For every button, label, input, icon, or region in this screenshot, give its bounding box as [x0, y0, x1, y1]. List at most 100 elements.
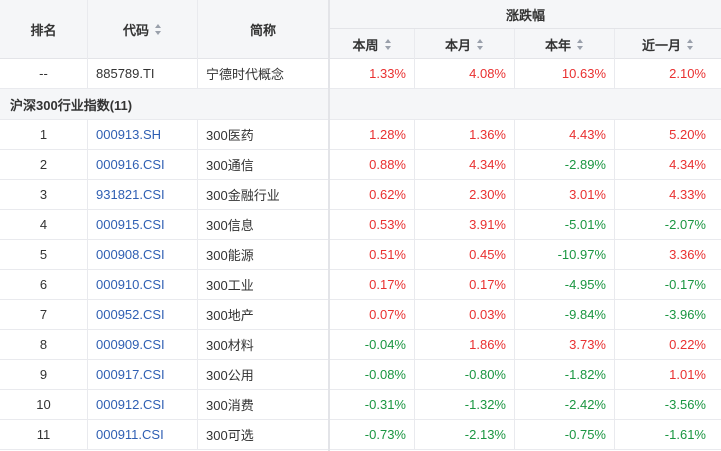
header-recent-month[interactable]: 近一月	[615, 29, 721, 59]
code-link[interactable]: 000912.CSI	[88, 390, 198, 419]
header-month[interactable]: 本月	[415, 29, 515, 59]
index-performance-table: 排名 代码 简称 涨跌幅 本周 本月 本年 近一月 -- 885789.TI 宁…	[0, 0, 721, 451]
week-change-cell: -0.73%	[330, 420, 415, 449]
week-change-cell: 0.88%	[330, 150, 415, 179]
code-link[interactable]: 000917.CSI	[88, 360, 198, 389]
sort-icon[interactable]	[155, 24, 162, 35]
table-row: 1 000913.SH 300医药 1.28% 1.36% 4.43% 5.20%	[0, 120, 721, 150]
year-change-cell: -0.75%	[515, 420, 615, 449]
code-link[interactable]: 000909.CSI	[88, 330, 198, 359]
month-change-cell: -0.80%	[415, 360, 515, 389]
year-change-cell: -2.89%	[515, 150, 615, 179]
header-week[interactable]: 本周	[330, 29, 415, 59]
code-link[interactable]: 000908.CSI	[88, 240, 198, 269]
concept-name: 宁德时代概念	[206, 67, 285, 82]
header-rank: 排名	[0, 0, 88, 59]
table-row: 10 000912.CSI 300消费 -0.31% -1.32% -2.42% -3.56…	[0, 390, 721, 420]
recent-month-change-cell: 1.01%	[669, 367, 706, 382]
concept-row: -- 885789.TI 宁德时代概念 1.33% 4.08% 10.63% 2…	[0, 59, 721, 89]
week-change-cell: -0.31%	[330, 390, 415, 419]
table-row: 9 000917.CSI 300公用 -0.08% -0.80% -1.82% 1.01%	[0, 360, 721, 390]
code-link[interactable]: 000911.CSI	[88, 420, 198, 449]
recent-month-change-cell: 4.33%	[669, 187, 706, 202]
name-cell: 300医药	[206, 128, 254, 143]
header-year-label: 本年	[544, 37, 571, 53]
code-link[interactable]: 000910.CSI	[88, 270, 198, 299]
year-change-cell: 3.73%	[515, 330, 615, 359]
column-divider	[328, 0, 330, 451]
rank-cell: 2	[0, 150, 88, 179]
rank-cell: 6	[0, 270, 88, 299]
concept-recent-month: 2.10%	[669, 66, 706, 81]
sort-icon[interactable]	[384, 38, 392, 50]
name-cell: 300通信	[206, 158, 254, 173]
month-change-cell: 3.91%	[415, 210, 515, 239]
table-row: 11 000911.CSI 300可选 -0.73% -2.13% -0.75% -1.61…	[0, 420, 721, 450]
month-change-cell: -1.32%	[415, 390, 515, 419]
recent-month-change-cell: -3.96%	[664, 307, 706, 322]
month-change-cell: 0.45%	[415, 240, 515, 269]
concept-code: 885789.TI	[88, 59, 198, 88]
year-change-cell: -10.97%	[515, 240, 615, 269]
sort-icon[interactable]	[577, 38, 584, 50]
rank-cell: 5	[0, 240, 88, 269]
month-change-cell: 4.34%	[415, 150, 515, 179]
name-cell: 300金融行业	[206, 188, 280, 203]
rank-cell: 8	[0, 330, 88, 359]
year-change-cell: -4.95%	[515, 270, 615, 299]
code-link[interactable]: 000915.CSI	[88, 210, 198, 239]
name-cell: 300地产	[206, 308, 254, 323]
table-row: 3 931821.CSI 300金融行业 0.62% 2.30% 3.01% 4.33%	[0, 180, 721, 210]
year-change-cell: -5.01%	[515, 210, 615, 239]
week-change-cell: -0.04%	[330, 330, 415, 359]
rank-cell: 1	[0, 120, 88, 149]
table-row: 7 000952.CSI 300地产 0.07% 0.03% -9.84% -3.96%	[0, 300, 721, 330]
code-link[interactable]: 931821.CSI	[88, 180, 198, 209]
recent-month-change-cell: 5.20%	[669, 127, 706, 142]
name-cell: 300工业	[206, 278, 254, 293]
year-change-cell: -1.82%	[515, 360, 615, 389]
header-code-label: 代码	[122, 23, 149, 38]
month-change-cell: 0.17%	[415, 270, 515, 299]
week-change-cell: 1.28%	[330, 120, 415, 149]
recent-month-change-cell: 0.22%	[669, 337, 706, 352]
code-link[interactable]: 000913.SH	[88, 120, 198, 149]
month-change-cell: -2.13%	[415, 420, 515, 449]
header-change-group-label: 涨跌幅	[505, 7, 545, 23]
header-rank-label: 排名	[30, 23, 57, 38]
name-cell: 300材料	[206, 338, 254, 353]
table-header: 排名 代码 简称 涨跌幅 本周 本月 本年 近一月	[0, 0, 721, 59]
recent-month-change-cell: 4.34%	[669, 157, 706, 172]
year-change-cell: 4.43%	[515, 120, 615, 149]
concept-rank: --	[0, 59, 88, 88]
table-row: 8 000909.CSI 300材料 -0.04% 1.86% 3.73% 0.22%	[0, 330, 721, 360]
table-row: 6 000910.CSI 300工业 0.17% 0.17% -4.95% -0.17%	[0, 270, 721, 300]
recent-month-change-cell: -3.56%	[664, 397, 706, 412]
concept-week: 1.33%	[330, 59, 415, 88]
year-change-cell: -2.42%	[515, 390, 615, 419]
sort-icon[interactable]	[687, 38, 694, 50]
recent-month-change-cell: -1.61%	[664, 427, 706, 442]
name-cell: 300消费	[206, 398, 254, 413]
rank-cell: 11	[0, 420, 88, 449]
week-change-cell: 0.62%	[330, 180, 415, 209]
year-change-cell: 3.01%	[515, 180, 615, 209]
header-change-group: 涨跌幅	[330, 0, 721, 29]
rank-cell: 4	[0, 210, 88, 239]
header-code[interactable]: 代码	[88, 0, 198, 59]
code-link[interactable]: 000916.CSI	[88, 150, 198, 179]
month-change-cell: 0.03%	[415, 300, 515, 329]
table-row: 2 000916.CSI 300通信 0.88% 4.34% -2.89% 4.34%	[0, 150, 721, 180]
name-cell: 300可选	[206, 428, 254, 443]
week-change-cell: 0.17%	[330, 270, 415, 299]
concept-year: 10.63%	[515, 59, 615, 88]
concept-month: 4.08%	[415, 59, 515, 88]
code-link[interactable]: 000952.CSI	[88, 300, 198, 329]
header-year[interactable]: 本年	[515, 29, 615, 59]
header-month-label: 本月	[444, 37, 471, 53]
table-row: 4 000915.CSI 300信息 0.53% 3.91% -5.01% -2.07%	[0, 210, 721, 240]
rank-cell: 3	[0, 180, 88, 209]
week-change-cell: 0.53%	[330, 210, 415, 239]
sort-icon[interactable]	[477, 38, 484, 50]
table-row: 5 000908.CSI 300能源 0.51% 0.45% -10.97% 3.36%	[0, 240, 721, 270]
